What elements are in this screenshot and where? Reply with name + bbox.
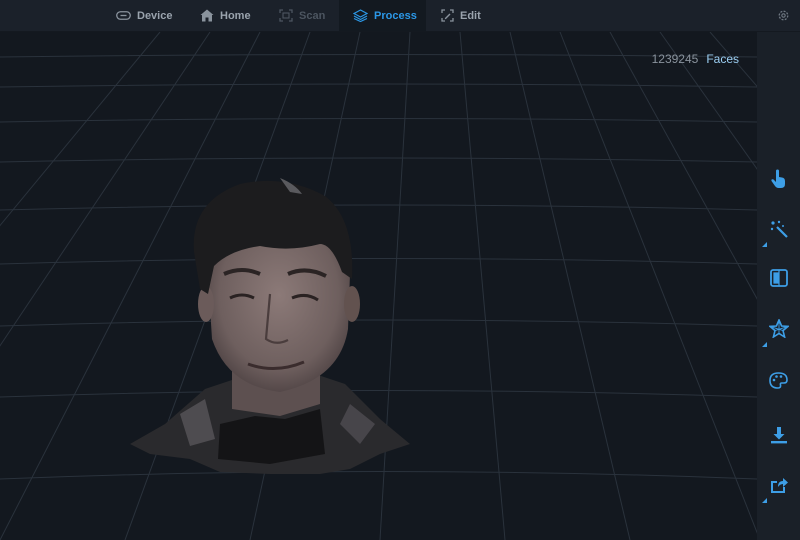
- layers-icon: [353, 9, 368, 22]
- face-count-label: Faces: [706, 52, 739, 66]
- edit-icon: [441, 9, 454, 22]
- flip-icon: [769, 269, 788, 287]
- tool-sidebar: [757, 32, 800, 540]
- touch-icon: [770, 169, 785, 188]
- tab-edit[interactable]: Edit: [441, 0, 481, 31]
- tab-device-label: Device: [137, 9, 173, 22]
- palette-icon: [769, 371, 788, 389]
- touch-tool-button[interactable]: [757, 162, 800, 196]
- link-icon: [116, 11, 131, 20]
- face-count: 1239245 Faces: [652, 52, 739, 66]
- gear-icon[interactable]: [777, 9, 790, 22]
- scanned-head-model: [130, 178, 410, 474]
- texture-tool-button[interactable]: [757, 363, 800, 397]
- share-icon: [771, 478, 788, 493]
- submenu-indicator: [762, 342, 767, 347]
- share-tool-button[interactable]: [757, 468, 800, 502]
- top-nav-bar: Device Home Scan Process Edit: [0, 0, 800, 32]
- download-icon: [770, 427, 787, 444]
- tab-scan-label: Scan: [299, 9, 326, 22]
- magic-wand-icon: [770, 220, 788, 238]
- scan-icon: [279, 9, 293, 22]
- mesh-tool-button[interactable]: [757, 311, 800, 345]
- face-count-value: 1239245: [651, 52, 699, 66]
- tab-scan[interactable]: Scan: [279, 0, 325, 31]
- magic-wand-tool-button[interactable]: [757, 212, 800, 246]
- 3d-viewport[interactable]: 1239245 Faces: [0, 32, 757, 540]
- tab-process[interactable]: Process: [339, 0, 426, 31]
- home-icon: [200, 9, 214, 22]
- tab-edit-label: Edit: [460, 9, 481, 22]
- tab-device[interactable]: Device: [116, 0, 172, 31]
- submenu-indicator: [762, 498, 767, 503]
- tab-home[interactable]: Home: [200, 0, 251, 31]
- submenu-indicator: [762, 242, 767, 247]
- tab-home-label: Home: [220, 9, 251, 22]
- export-tool-button[interactable]: [757, 418, 800, 452]
- mesh-star-icon: [768, 318, 789, 338]
- tab-process-label: Process: [374, 9, 417, 22]
- flip-tool-button[interactable]: [757, 261, 800, 295]
